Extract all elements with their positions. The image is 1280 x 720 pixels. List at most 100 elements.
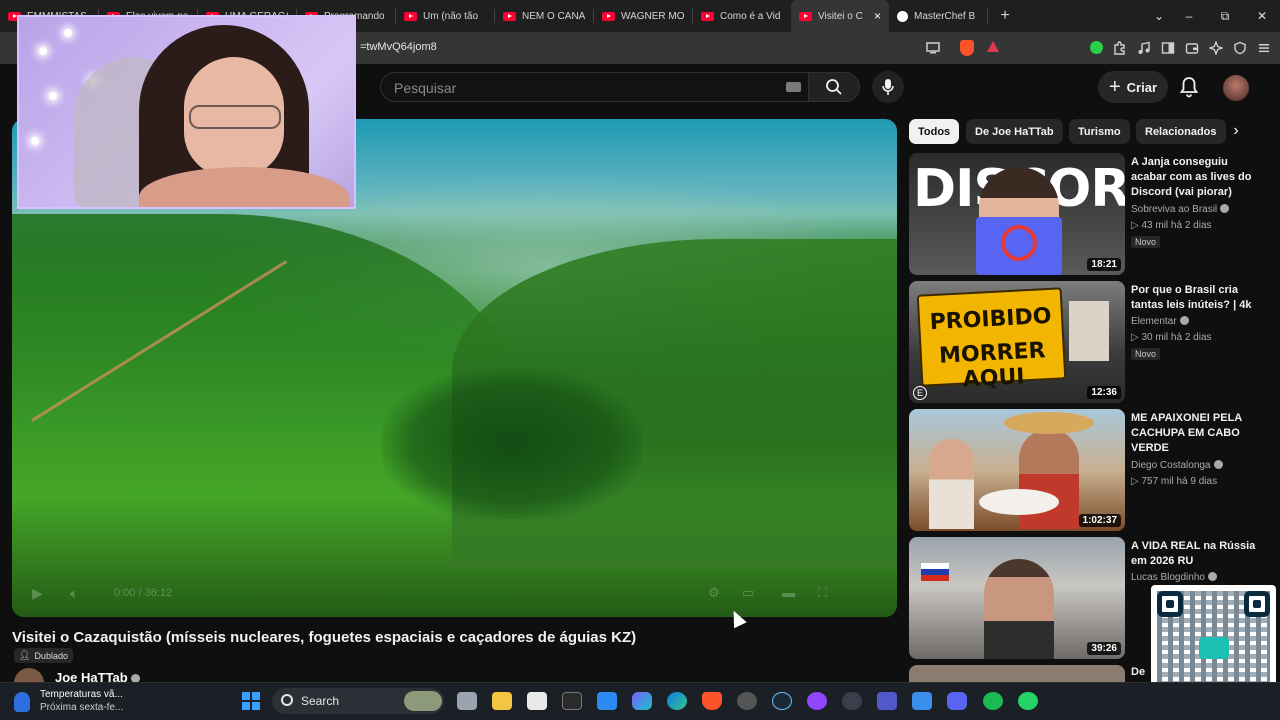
cast-icon[interactable] <box>925 40 941 56</box>
video-duration: 18:21 <box>1087 258 1121 271</box>
play-icon[interactable]: ▶ <box>32 585 43 602</box>
recommendation-channel[interactable]: Lucas Blogdinho <box>1131 572 1217 583</box>
browser-tab[interactable]: Como é a Vid <box>693 0 791 32</box>
github-icon <box>897 10 908 22</box>
theater-mode-icon[interactable]: ▬ <box>782 585 795 600</box>
brave-rewards-icon[interactable] <box>987 41 999 52</box>
chip-todos[interactable]: Todos <box>909 119 960 144</box>
video-thumbnail[interactable]: 39:26 <box>909 537 1125 659</box>
fairy-light <box>64 29 72 37</box>
recommendation-title[interactable]: A VIDA REAL na Rússia em 2026 RU <box>1131 539 1259 569</box>
epic-games-icon[interactable] <box>562 692 582 710</box>
extension-icon[interactable] <box>1090 41 1103 54</box>
settings-gear-icon[interactable]: ⚙︎ <box>708 585 720 601</box>
chip-de-joe-hattab[interactable]: De Joe HaTTab <box>966 119 1063 144</box>
recommendation-meta: ▷ 757 mil há 9 dias <box>1131 476 1218 487</box>
recommendation-title[interactable]: ME APAIXONEI PELA CACHUPA EM CABO VERDE <box>1131 411 1259 456</box>
sidebar-icon[interactable] <box>1160 40 1176 56</box>
close-window-button[interactable]: ✕ <box>1245 0 1279 32</box>
maximize-button[interactable]: ⧉ <box>1208 0 1242 32</box>
browser-tab[interactable]: NEM O CANA <box>495 0 593 32</box>
chrome-icon[interactable] <box>737 692 757 710</box>
fairy-light <box>49 92 57 100</box>
recommendation-channel[interactable]: Sobreviva ao Brasil <box>1131 204 1230 215</box>
capcut-icon[interactable] <box>527 692 547 710</box>
microsoft-store-icon[interactable] <box>597 692 617 710</box>
spotify-icon[interactable] <box>983 692 1003 710</box>
puzzle-icon[interactable] <box>1112 40 1128 56</box>
app-icon[interactable] <box>842 692 862 710</box>
chip-turismo[interactable]: Turismo <box>1069 119 1130 144</box>
plus-icon: + <box>1108 76 1121 98</box>
whatsapp-icon[interactable] <box>1018 692 1038 710</box>
video-thumbnail[interactable]: PROIBIDO MORRER AQUI E 12:36 <box>909 281 1125 403</box>
browser-tab-active[interactable]: Visitei o C × <box>791 0 889 32</box>
create-button[interactable]: + Criar <box>1098 71 1168 103</box>
search-input[interactable]: Pesquisar <box>380 72 808 102</box>
music-note-icon[interactable] <box>1136 40 1152 56</box>
chevron-right-icon[interactable]: › <box>1226 121 1246 141</box>
youtube-icon <box>503 11 516 21</box>
wallet-icon[interactable] <box>1184 40 1200 56</box>
microphone-icon <box>882 79 894 95</box>
video-thumbnail[interactable] <box>909 665 1125 682</box>
weather-icon <box>14 692 30 712</box>
taskbar-search[interactable]: Search <box>272 688 444 714</box>
brave-icon[interactable] <box>702 692 722 710</box>
file-explorer-icon[interactable] <box>492 692 512 710</box>
fullscreen-icon[interactable]: ⛶ <box>818 585 827 601</box>
copilot-icon[interactable] <box>632 692 652 710</box>
recommendation-item[interactable]: 1:02:37 ME APAIXONEI PELA CACHUPA EM CAB… <box>909 409 1269 531</box>
recommendation-title-partial[interactable]: De <box>1131 666 1145 678</box>
recommendation-channel[interactable]: Diego Costalonga <box>1131 460 1223 471</box>
discord-icon[interactable] <box>947 692 967 710</box>
twitch-icon[interactable] <box>807 692 827 710</box>
recommendation-meta: ▷ 30 mil há 2 dias <box>1131 332 1212 343</box>
notifications-bell-icon[interactable] <box>1179 76 1199 98</box>
recommendation-channel[interactable]: Elementar <box>1131 316 1189 327</box>
leo-ai-icon[interactable] <box>1208 40 1224 56</box>
miniplayer-icon[interactable]: ▭ <box>742 585 754 601</box>
fairy-light <box>39 47 47 55</box>
teams-icon[interactable] <box>877 692 897 710</box>
vpn-shield-icon[interactable] <box>1232 40 1248 56</box>
qr-finder-pattern <box>1157 591 1183 617</box>
browser-tab[interactable]: WAGNER MO <box>594 0 692 32</box>
russia-flag-icon <box>921 563 949 581</box>
fairy-light <box>31 137 39 145</box>
menu-icon[interactable] <box>1256 40 1272 56</box>
search-icon <box>281 694 293 706</box>
webcam-overlay <box>17 15 356 209</box>
account-avatar[interactable] <box>1223 75 1249 101</box>
recommendation-item[interactable]: PROIBIDO MORRER AQUI E 12:36 Por que o B… <box>909 281 1269 403</box>
volume-icon[interactable]: 🔈︎ <box>70 585 78 602</box>
url-field[interactable]: =twMvQ64jom8 <box>360 41 437 53</box>
screen: EMMMISTAS Eles vivem no UMA GERAÇÃ Progr… <box>0 0 1280 720</box>
edge-icon[interactable] <box>667 692 687 710</box>
task-view-icon[interactable] <box>457 692 477 710</box>
video-thumbnail[interactable]: 1:02:37 <box>909 409 1125 531</box>
keyboard-icon[interactable] <box>786 82 801 92</box>
browser-tab[interactable]: Um (não tão <box>396 0 494 32</box>
azure-data-studio-icon[interactable] <box>912 692 932 710</box>
recommendation-item[interactable]: DISCORD 18:21 A Janja conseguiu acabar c… <box>909 153 1269 275</box>
close-tab-icon[interactable]: × <box>874 9 881 23</box>
minimize-button[interactable]: – <box>1172 0 1206 32</box>
chip-relacionados[interactable]: Relacionados <box>1136 119 1226 144</box>
windows-start-icon[interactable] <box>242 692 260 710</box>
tab-list-dropdown-icon[interactable]: ⌄ <box>1142 0 1176 32</box>
browser-tab[interactable]: MasterChef B <box>889 0 987 32</box>
brave-shields-icon[interactable] <box>960 40 974 56</box>
search-highlight-image <box>404 691 442 711</box>
new-tab-button[interactable]: + <box>992 7 1018 25</box>
voice-search-button[interactable] <box>872 71 904 103</box>
video-thumbnail[interactable]: DISCORD 18:21 <box>909 153 1125 275</box>
youtube-icon <box>404 11 417 21</box>
youtube-icon <box>602 11 615 21</box>
recommendation-title[interactable]: Por que o Brasil cria tantas leis inútei… <box>1131 283 1259 313</box>
search-button[interactable] <box>808 72 860 102</box>
recommendation-title[interactable]: A Janja conseguiu acabar com as lives do… <box>1131 155 1259 200</box>
steam-icon[interactable] <box>772 692 792 710</box>
verified-icon <box>1207 572 1217 581</box>
new-badge: Novo <box>1131 236 1161 248</box>
